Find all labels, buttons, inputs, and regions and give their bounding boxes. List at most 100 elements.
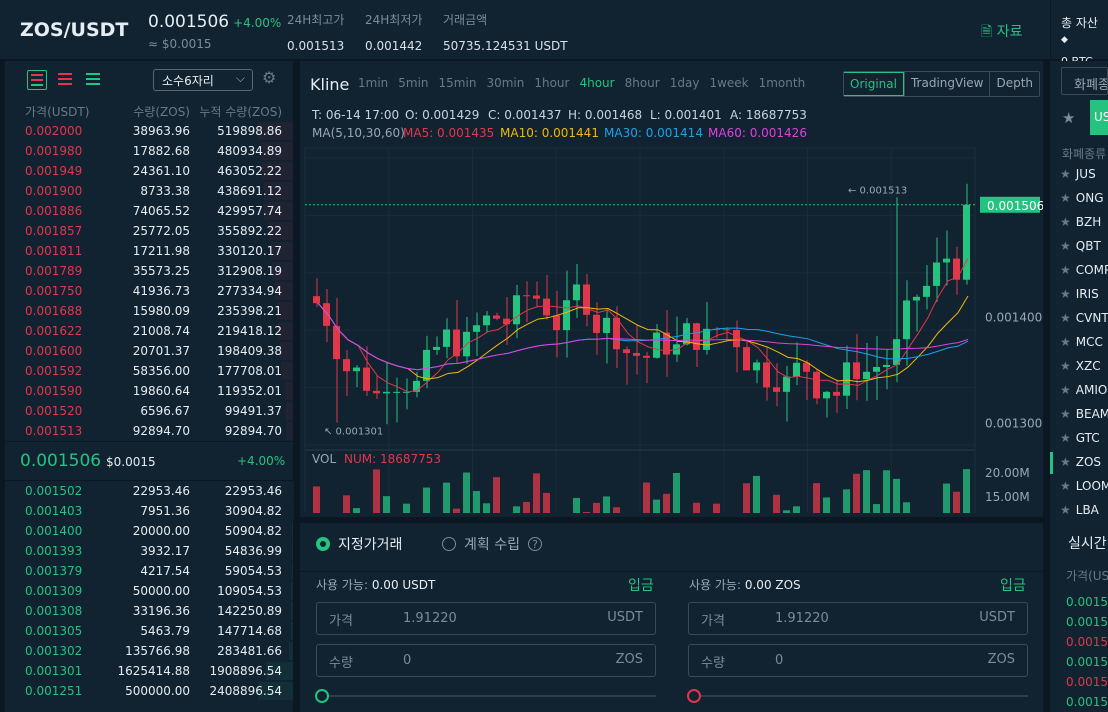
coin-item[interactable]: ★ QBT	[1060, 239, 1101, 253]
row-total: 59054.53	[224, 564, 282, 578]
ask-row[interactable]: 0.001900 8733.38 438691.12	[5, 181, 293, 201]
ask-row[interactable]: 0.001980 17882.68 480934.89	[5, 141, 293, 161]
sell-slider-handle[interactable]	[687, 689, 701, 703]
buy-slider-handle[interactable]	[315, 689, 329, 703]
decimal-select[interactable]: 소수6자리 ⌵	[153, 69, 253, 91]
coin-item[interactable]: ★ BZH	[1060, 215, 1101, 229]
bid-row[interactable]: 0.001309 50000.00 109054.53	[5, 581, 293, 601]
coin-item[interactable]: ★ MCC	[1060, 335, 1103, 349]
limit-order-radio[interactable]: 지정가거래	[316, 534, 402, 554]
tab-tf-4hour[interactable]: 4hour	[579, 76, 614, 90]
buy-slider-track[interactable]	[322, 695, 656, 697]
buy-deposit-link[interactable]: 입금	[628, 575, 654, 595]
kline-chart[interactable]: T: 06-14 17:00 O: 0.001429 C: 0.001437 H: 0…	[300, 103, 1043, 513]
coin-item[interactable]: ★ ZOS	[1060, 455, 1101, 469]
view-bids-icon[interactable]	[83, 70, 103, 90]
view-both-icon[interactable]	[27, 70, 47, 90]
tab-view-original[interactable]: Original	[844, 72, 904, 96]
star-icon[interactable]: ★	[1060, 431, 1071, 445]
star-icon[interactable]: ★	[1060, 191, 1071, 205]
coin-item[interactable]: ★ XZC	[1060, 359, 1101, 373]
row-amount: 74065.52	[132, 204, 190, 218]
star-icon[interactable]: ★	[1060, 263, 1071, 277]
coin-item[interactable]: ★ JUS	[1060, 167, 1096, 181]
ask-row[interactable]: 0.001592 58356.00 177708.01	[5, 361, 293, 381]
ask-row[interactable]: 0.001622 21008.74 219418.12	[5, 321, 293, 341]
tab-tf-1week[interactable]: 1week	[709, 76, 748, 90]
eye-icon[interactable]: ◆	[1061, 35, 1068, 45]
help-icon[interactable]: ?	[527, 537, 542, 551]
coin-item[interactable]: ★ BEAM	[1060, 407, 1108, 421]
market-search-input[interactable]: 화폐종	[1061, 67, 1108, 95]
ask-row[interactable]: 0.001600 20701.37 198409.38	[5, 341, 293, 361]
doc-link[interactable]: 🗎 자료	[981, 21, 1022, 45]
ask-row[interactable]: 0.001513 92894.70 92894.70	[5, 421, 293, 441]
view-asks-icon[interactable]	[55, 70, 75, 90]
ask-row[interactable]: 0.001857 25772.05 355892.22	[5, 221, 293, 241]
star-icon[interactable]: ★	[1060, 167, 1071, 181]
star-icon[interactable]: ★	[1060, 335, 1071, 349]
coin-item[interactable]: ★ COMP	[1060, 263, 1108, 277]
bid-row[interactable]: 0.001403 7951.36 30904.82	[5, 501, 293, 521]
star-icon[interactable]: ★	[1060, 503, 1071, 517]
sell-price-field[interactable]: 가격 1.91220 USDT	[688, 602, 1028, 635]
tab-tf-1day[interactable]: 1day	[670, 76, 700, 90]
tab-tf-30min[interactable]: 30min	[486, 76, 524, 90]
tab-tf-1month[interactable]: 1month	[759, 76, 806, 90]
info-time: T: 06-14 17:00	[311, 108, 399, 122]
coin-item[interactable]: ★ LOOM	[1060, 479, 1108, 493]
coin-item[interactable]: ★ AMIO	[1060, 383, 1107, 397]
star-icon[interactable]: ★	[1060, 239, 1071, 253]
bid-row[interactable]: 0.001379 4217.54 59054.53	[5, 561, 293, 581]
coin-item[interactable]: ★ LBA	[1060, 503, 1099, 517]
bid-row[interactable]: 0.001305 5463.79 147714.68	[5, 621, 293, 641]
star-icon[interactable]: ★	[1060, 383, 1071, 397]
ask-row[interactable]: 0.001590 19860.64 119352.01	[5, 381, 293, 401]
star-icon[interactable]: ★	[1060, 215, 1071, 229]
star-icon[interactable]: ★	[1060, 479, 1071, 493]
bid-row[interactable]: 0.001308 33196.36 142250.89	[5, 601, 293, 621]
tab-tf-1hour[interactable]: 1hour	[534, 76, 569, 90]
ask-row[interactable]: 0.001688 15980.09 235398.21	[5, 301, 293, 321]
tab-tf-5min[interactable]: 5min	[398, 76, 428, 90]
bid-row[interactable]: 0.001301 1625414.88 1908896.54	[5, 661, 293, 681]
sell-slider-track[interactable]	[694, 695, 1028, 697]
tab-view-tradingview[interactable]: TradingView	[903, 72, 990, 96]
coin-item[interactable]: ★ CVNT	[1060, 311, 1108, 325]
star-icon[interactable]: ★	[1062, 109, 1075, 127]
buy-price-field[interactable]: 가격 1.91220 USDT	[316, 602, 656, 635]
ask-row[interactable]: 0.001949 24361.10 463052.22	[5, 161, 293, 181]
coin-item[interactable]: ★ GTC	[1060, 431, 1100, 445]
bid-row[interactable]: 0.001502 22953.46 22953.46	[5, 481, 293, 501]
ask-row[interactable]: 0.001520 6596.67 99491.37	[5, 401, 293, 421]
star-icon[interactable]: ★	[1060, 455, 1071, 469]
ask-row[interactable]: 0.001750 41936.73 277334.94	[5, 281, 293, 301]
volume-bar	[853, 473, 860, 513]
ask-row[interactable]: 0.001886 74065.52 429957.74	[5, 201, 293, 221]
buy-qty-field[interactable]: 수량 0 ZOS	[316, 644, 656, 677]
star-icon[interactable]: ★	[1060, 359, 1071, 373]
coin-item[interactable]: ★ IRIS	[1060, 287, 1099, 301]
tab-tf-8hour[interactable]: 8hour	[625, 76, 660, 90]
stat-value: 50735.124531 USDT	[443, 39, 568, 53]
tab-usdt[interactable]: US	[1090, 100, 1108, 135]
gear-icon[interactable]: ⚙	[262, 68, 276, 87]
sell-qty-field[interactable]: 수량 0 ZOS	[688, 644, 1028, 677]
bid-row[interactable]: 0.001400 20000.00 50904.82	[5, 521, 293, 541]
star-icon[interactable]: ★	[1060, 287, 1071, 301]
plan-order-radio[interactable]: 계획 수립?	[442, 534, 542, 554]
ask-row[interactable]: 0.002000 38963.96 519898.86	[5, 121, 293, 141]
star-icon[interactable]: ★	[1060, 311, 1071, 325]
ask-row[interactable]: 0.001811 17211.98 330120.17	[5, 241, 293, 261]
tab-tf-15min[interactable]: 15min	[439, 76, 477, 90]
tab-view-depth[interactable]: Depth	[989, 72, 1039, 96]
coin-item[interactable]: ★ ONG	[1060, 191, 1104, 205]
bid-row[interactable]: 0.001302 135766.98 283481.66	[5, 641, 293, 661]
ask-row[interactable]: 0.001789 35573.25 312908.19	[5, 261, 293, 281]
tab-tf-1min[interactable]: 1min	[358, 76, 388, 90]
bid-row[interactable]: 0.001393 3932.17 54836.99	[5, 541, 293, 561]
pair-title[interactable]: ZOS/USDT	[20, 19, 128, 41]
bid-row[interactable]: 0.001251 500000.00 2408896.54	[5, 681, 293, 701]
sell-deposit-link[interactable]: 입금	[1000, 575, 1026, 595]
star-icon[interactable]: ★	[1060, 407, 1071, 421]
